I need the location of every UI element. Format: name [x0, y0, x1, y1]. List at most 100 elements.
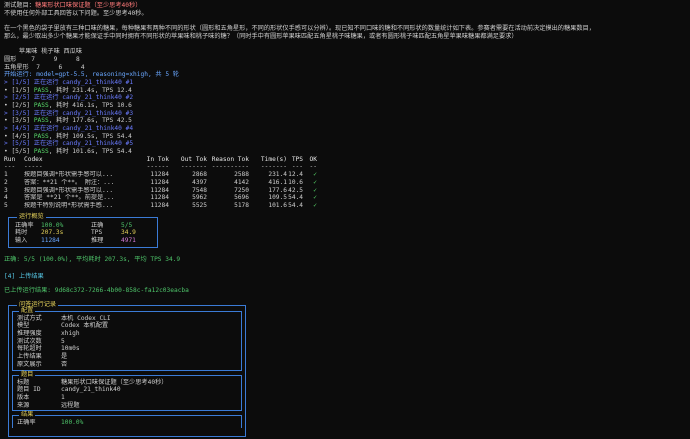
table-cell: 10.6 — [288, 178, 303, 186]
ok-check-icon: ✓ — [313, 178, 317, 186]
kv-key: 正确率 — [17, 419, 36, 427]
kv-key: 题目 ID — [17, 386, 41, 394]
config-title: 配置 — [19, 306, 36, 315]
ok-check-icon: ✓ — [313, 171, 317, 179]
kv-key: 标题 — [17, 378, 30, 386]
stat-label: TPS — [91, 229, 103, 237]
kv-value: candy_21_think40 — [61, 386, 121, 394]
kv-key: 每轮超时 — [17, 345, 42, 353]
table-cell: 11284 — [150, 186, 169, 194]
kv-key: 推理强度 — [17, 330, 42, 338]
upload-step: [4] 上传结果 — [4, 273, 44, 281]
table-cell: 11284 — [150, 178, 169, 186]
ok-check-icon: ✓ — [313, 186, 317, 194]
table-cell: 按题目强调*形状需手感可以... — [24, 186, 114, 194]
table-cell: 答案：**21 个**。 附注：... — [24, 178, 115, 186]
overview-panel: 运行概览 正确率 100.0% 正确 5/5 耗时 207.3s TPS 34.… — [8, 212, 686, 248]
question-title: 题目 — [19, 370, 36, 379]
table-cell: 5696 — [234, 194, 249, 202]
round-progress: > [1/5] 正在运行 candy_21_think40 #1 — [4, 78, 134, 86]
pass-badge: PASS — [33, 101, 49, 109]
upload-result: 已上传运行结果: 9d68c372-7266-4b00-858c-fa12c03… — [4, 287, 189, 294]
table-header: In Tok — [146, 155, 169, 163]
stat-value: 5/5 — [121, 221, 133, 229]
table-cell: 101.6 — [268, 201, 287, 209]
stat-value: 100.0% — [41, 221, 64, 229]
kv-value: Codex 本机配置 — [61, 322, 109, 330]
table-cell: 11284 — [150, 201, 169, 209]
table-cell: 4397 — [192, 178, 207, 186]
table-cell: 5 — [4, 201, 8, 209]
table-cell: 1 — [4, 171, 8, 179]
table-cell: 5178 — [234, 201, 249, 209]
table-cell: 3 — [4, 186, 8, 194]
table-cell: 416.1 — [268, 178, 287, 186]
run-start-line: 开始运行: model=gpt-5.5, reasoning=xhigh, 共 … — [4, 71, 179, 79]
test-title: 糖果形状口味保证题（至少思考40秒） — [34, 2, 142, 9]
kv-key: 版本 — [17, 393, 30, 401]
table-cell: 按题干特别说明*形状需手感... — [24, 201, 114, 209]
pass-badge: PASS — [33, 132, 49, 140]
kv-value: 是 — [61, 353, 68, 361]
test-title-line: 测试题目：糖果形状口味保证题（至少思考40秒） — [4, 2, 686, 10]
pass-badge: PASS — [33, 148, 49, 156]
kv-value: xhigh — [61, 330, 80, 338]
table-cell: 177.6 — [268, 186, 287, 194]
table-cell: 11284 — [150, 171, 169, 179]
round-progress: > [2/5] 正在运行 candy_21_think40 #2 — [4, 94, 134, 102]
table-header: Run — [4, 155, 16, 163]
pass-badge: PASS — [33, 117, 49, 125]
stat-value: 207.3s — [41, 229, 64, 237]
results-table: Run Codex In Tok Out Tok Reason Tok Time… — [4, 155, 317, 209]
table-cell: 4142 — [234, 178, 249, 186]
table-cell: 按题目强调*形状需手感可以... — [24, 171, 114, 179]
table-header: Codex — [24, 155, 43, 163]
question-table-header: 苹果味 桃子味 西瓜味 — [4, 48, 83, 56]
table-cell: 2868 — [192, 171, 207, 179]
stat-label: 正确 — [91, 221, 104, 229]
question-line-2: 那么，最少取出多少个糖果才能保证手中同时拥有不同形状的苹果味和桃子味的糖？（同时… — [4, 32, 518, 40]
question-section: 题目 标题 糖果形状口味保证题（至少思考40秒） 题目 ID candy_21_th… — [12, 370, 242, 412]
table-header: Out Tok — [180, 155, 207, 163]
round-result: • [5/5] PASS, 耗时 101.6s, TPS 54.4 — [4, 148, 132, 156]
table-cell: 答案是 **21 个**。前提是... — [24, 194, 115, 202]
table-cell: 5962 — [192, 194, 207, 202]
result-section: 结果 正确率 100.0% — [12, 411, 242, 428]
round-progress: > [4/5] 正在运行 candy_21_think40 #4 — [4, 125, 134, 132]
stat-label: 推理 — [91, 236, 104, 244]
table-cell: 7548 — [192, 186, 207, 194]
kv-value: 1 — [61, 393, 65, 401]
stat-value: 34.9 — [121, 229, 136, 237]
kv-key: 来源 — [17, 401, 30, 409]
table-cell: 5525 — [192, 201, 207, 209]
table-cell: 2588 — [234, 171, 249, 179]
test-label: 测试题目： — [4, 2, 35, 9]
notice-line: 不使用任何外部工具回答以下问题。至少思考40秒。 — [4, 9, 148, 17]
table-cell: 54.4 — [288, 201, 303, 209]
question-table-row: 圆形 7 9 8 — [4, 55, 80, 63]
terminal-output: 测试题目：糖果形状口味保证题（至少思考40秒） 不使用任何外部工具回答以下问题。… — [0, 0, 690, 439]
question-line-1: 在一个黑色的袋子里放有三种口味的糖果，每种糖果有两种不同的形状（圆形和五角星形，… — [4, 25, 595, 33]
kv-key: 模型 — [17, 322, 30, 330]
table-header: TPS — [291, 155, 303, 163]
table-cell: 54.4 — [288, 194, 303, 202]
table-cell: 4 — [4, 194, 8, 202]
round-progress: > [5/5] 正在运行 candy_21_think40 #5 — [4, 140, 134, 148]
table-cell: 2 — [4, 178, 8, 186]
kv-key: 上传结果 — [17, 353, 42, 361]
kv-value: 5 — [61, 337, 65, 345]
overview-title: 运行概览 — [17, 212, 46, 221]
table-header: OK — [309, 155, 317, 163]
table-cell: 109.5 — [268, 194, 287, 202]
round-result: • [3/5] PASS, 耗时 177.6s, TPS 42.5 — [4, 117, 132, 125]
stat-value: 4971 — [121, 236, 136, 244]
kv-value: 100.0% — [61, 419, 84, 427]
table-cell: 12.4 — [288, 171, 303, 179]
ok-check-icon: ✓ — [313, 194, 317, 202]
pass-badge: PASS — [33, 86, 49, 94]
table-cell: 231.4 — [268, 171, 287, 179]
kv-key: 原文展示 — [17, 360, 42, 368]
kv-value: 远程题 — [61, 401, 80, 409]
config-section: 配置 测试方式 本机 Codex CLI 模型 Codex 本机配置 推理强度 xhi… — [12, 306, 242, 371]
round-result: • [2/5] PASS, 耗时 416.1s, TPS 10.6 — [4, 101, 132, 109]
